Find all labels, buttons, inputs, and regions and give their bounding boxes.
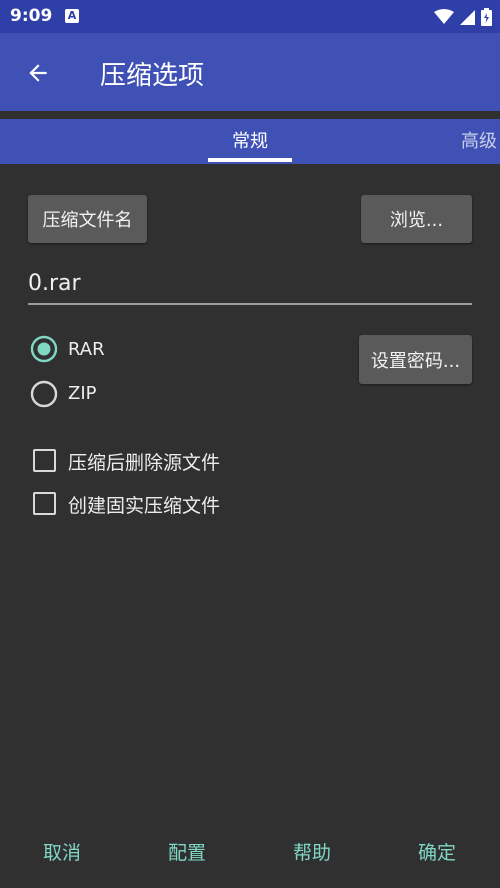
- notification-icon: A: [65, 9, 79, 23]
- battery-icon: [481, 8, 492, 26]
- radio-checked-icon: [30, 335, 58, 363]
- divider-band: [0, 111, 500, 119]
- delete-source-label: 压缩后删除源文件: [68, 452, 221, 474]
- archive-name-input[interactable]: 0.rar: [28, 265, 472, 305]
- solid-archive-label: 创建固实压缩文件: [68, 495, 221, 517]
- arrow-left-icon: [29, 64, 47, 82]
- archive-name-button[interactable]: 压缩文件名: [28, 195, 147, 243]
- tab-advanced[interactable]: 高级: [448, 119, 500, 164]
- tab-indicator: [208, 158, 292, 162]
- rar-radio[interactable]: [30, 335, 58, 363]
- page-title: 压缩选项: [100, 61, 205, 91]
- status-time: 9:09: [10, 6, 53, 26]
- status-bar: 9:09 A: [0, 0, 500, 33]
- app-bar: 压缩选项: [0, 33, 500, 111]
- browse-button[interactable]: 浏览...: [361, 195, 472, 243]
- config-button[interactable]: 配置: [147, 838, 227, 865]
- help-button[interactable]: 帮助: [272, 838, 352, 865]
- radio-unchecked-icon: [30, 380, 58, 408]
- solid-archive-checkbox[interactable]: [33, 492, 56, 515]
- rar-label: RAR: [68, 339, 105, 360]
- zip-label: ZIP: [68, 383, 97, 404]
- zip-radio[interactable]: [30, 380, 58, 408]
- ok-button[interactable]: 确定: [397, 838, 477, 865]
- delete-source-checkbox[interactable]: [33, 449, 56, 472]
- wifi-icon: [434, 9, 454, 24]
- status-icons: [434, 7, 492, 27]
- back-button[interactable]: [18, 53, 58, 93]
- cancel-button[interactable]: 取消: [22, 838, 102, 865]
- set-password-button[interactable]: 设置密码...: [359, 335, 472, 384]
- signal-icon: [460, 9, 475, 25]
